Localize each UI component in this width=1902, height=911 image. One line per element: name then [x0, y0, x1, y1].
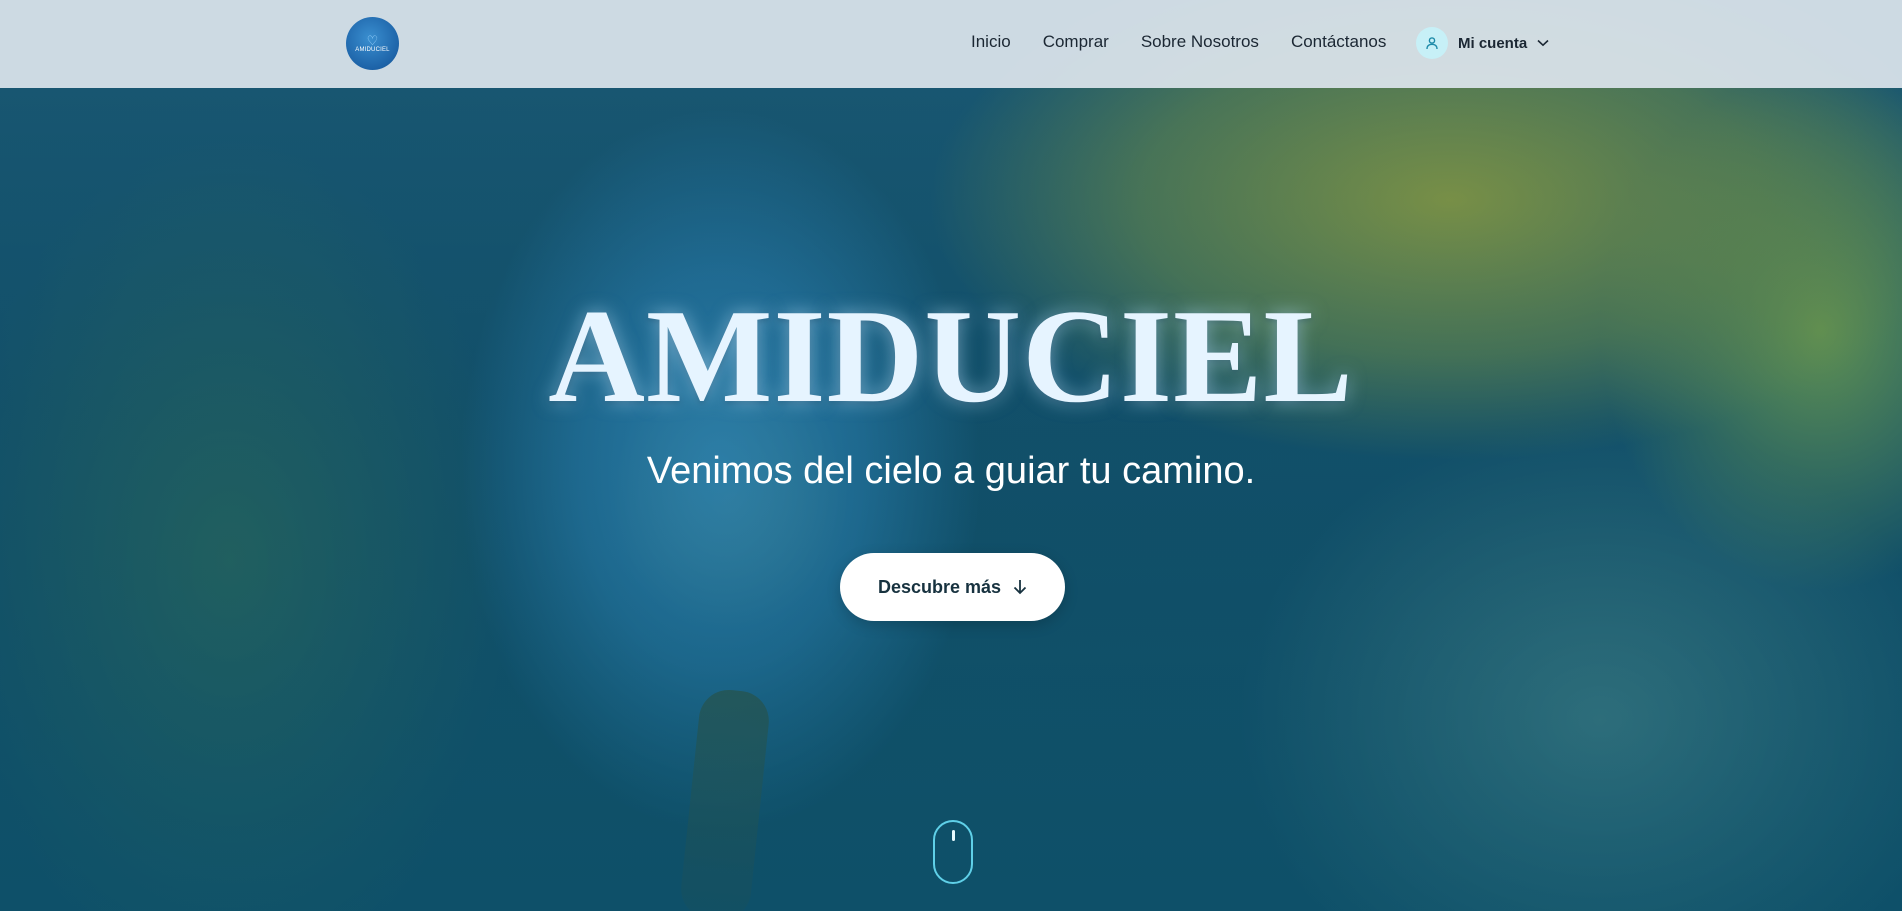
- nav-item-sobre-nosotros[interactable]: Sobre Nosotros: [1141, 32, 1259, 52]
- nav-item-contactanos[interactable]: Contáctanos: [1291, 32, 1386, 52]
- arrow-down-icon: [1013, 579, 1027, 595]
- nav-item-comprar[interactable]: Comprar: [1043, 32, 1109, 52]
- mouse-scroll-icon[interactable]: [933, 820, 973, 884]
- user-icon: [1416, 27, 1448, 59]
- discover-more-button[interactable]: Descubre más: [840, 553, 1065, 621]
- hero-subtitle: Venimos del cielo a guiar tu camino.: [646, 450, 1256, 492]
- hero-title: AMIDUCIEL: [548, 282, 1354, 430]
- heart-icon: ♡: [366, 32, 379, 48]
- logo-text: AMIDUCIEL: [355, 46, 390, 53]
- background-decoration: [678, 686, 772, 911]
- account-label: Mi cuenta: [1458, 34, 1528, 52]
- chevron-down-icon: [1537, 34, 1549, 52]
- navbar: ♡ AMIDUCIEL Inicio Comprar Sobre Nosotro…: [0, 0, 1902, 88]
- scroll-wheel: [952, 830, 955, 841]
- nav-item-inicio[interactable]: Inicio: [971, 32, 1011, 52]
- main-nav: Inicio Comprar Sobre Nosotros Contáctano…: [971, 32, 1418, 52]
- brand-logo[interactable]: ♡ AMIDUCIEL: [346, 17, 399, 70]
- discover-more-label: Descubre más: [877, 576, 1002, 597]
- account-menu[interactable]: Mi cuenta: [1416, 27, 1549, 59]
